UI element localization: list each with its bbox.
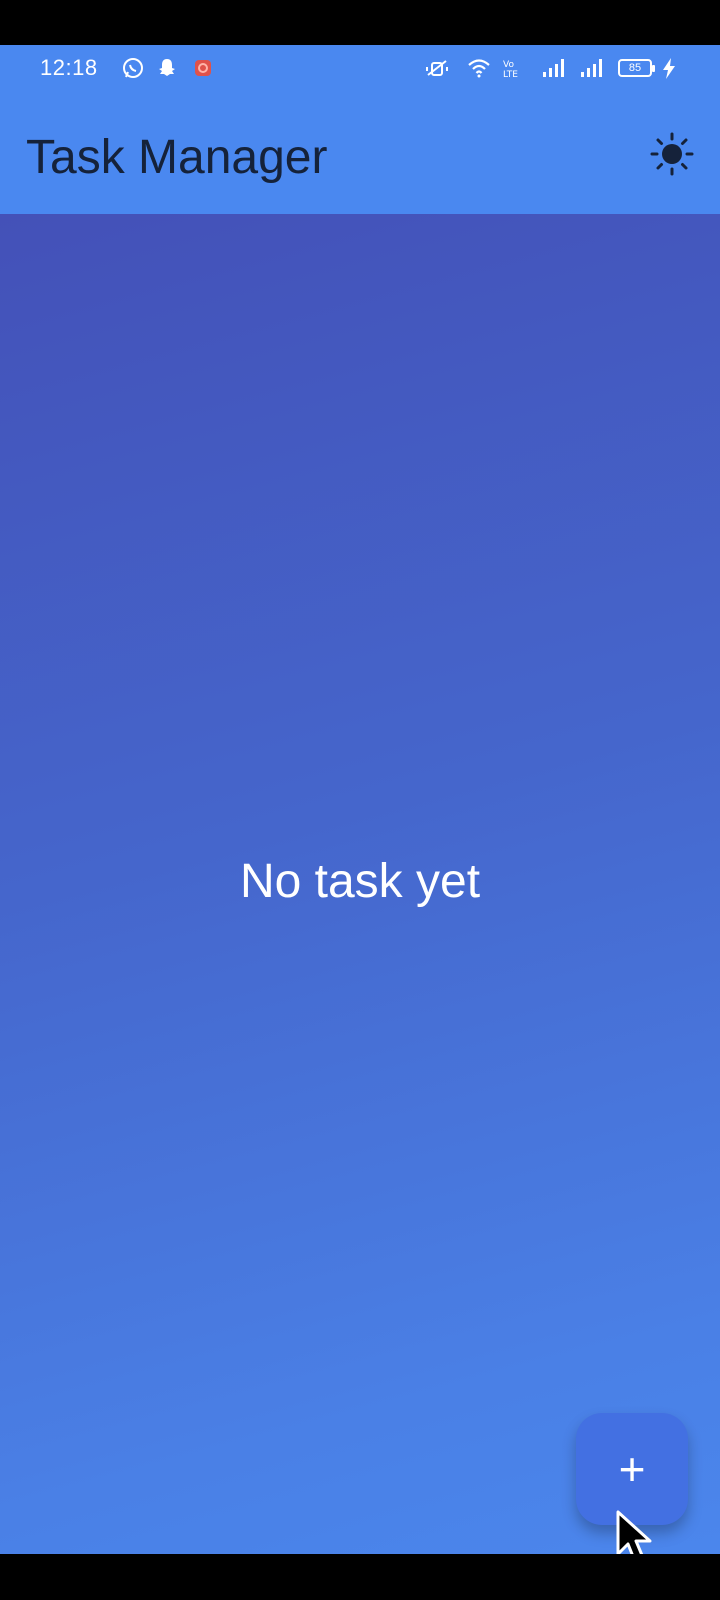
volte-icon: Vo LTE	[502, 55, 528, 81]
notification-app-icon	[190, 55, 216, 81]
theme-toggle-button[interactable]	[648, 130, 696, 178]
battery-indicator: 85	[618, 59, 655, 77]
app-bar: Task Manager	[0, 90, 720, 214]
signal-icon	[578, 55, 604, 81]
signal-icon	[540, 55, 566, 81]
empty-state-message: No task yet	[239, 855, 481, 908]
charging-icon	[656, 55, 682, 81]
snapchat-icon	[154, 55, 180, 81]
svg-text:Vo: Vo	[503, 60, 514, 70]
mute-icon	[424, 55, 450, 81]
status-bar: 12:18 Vo LTE 85	[0, 45, 720, 90]
task-list-area: No task yet	[0, 214, 720, 1554]
sun-icon	[650, 132, 694, 176]
svg-text:LTE: LTE	[503, 70, 518, 80]
whatsapp-icon	[120, 55, 146, 81]
app-title: Task Manager	[26, 131, 328, 184]
status-time: 12:18	[40, 55, 98, 80]
add-task-button[interactable]: +	[576, 1413, 688, 1525]
screen-top-border	[0, 0, 720, 45]
wifi-icon	[466, 55, 492, 81]
screen-bottom-border	[0, 1554, 720, 1600]
